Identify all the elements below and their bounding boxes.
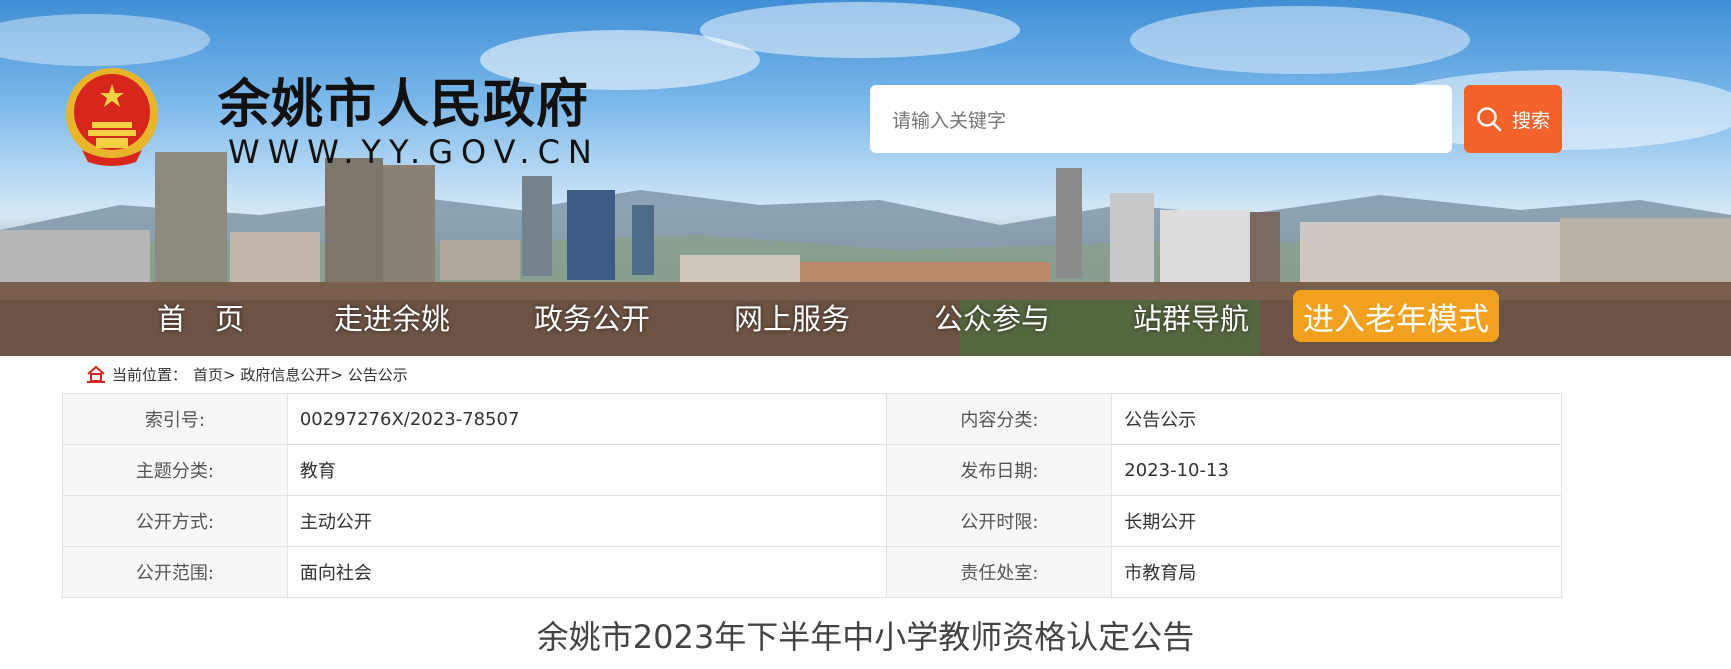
nav-item-about-yuyao[interactable]: 走进余姚: [334, 296, 450, 338]
search-button[interactable]: 搜索: [1464, 85, 1562, 153]
table-row: 主题分类: 教育 发布日期: 2023-10-13: [62, 444, 1562, 496]
table-row: 公开范围: 面向社会 责任处室: 市教育局: [62, 546, 1562, 598]
document-info-table: 索引号: 00297276X/2023-78507 内容分类: 公告公示 主题分…: [62, 393, 1562, 598]
breadcrumb: 当前位置： 首页> 政府信息公开> 公告公示: [86, 364, 408, 384]
index-number-label: 索引号:: [62, 393, 288, 445]
nav-item-home[interactable]: 首 页: [157, 296, 244, 338]
main-nav: 首 页 走进余姚 政务公开 网上服务 公众参与 站群导航 进入老年模式: [0, 290, 1731, 348]
disclosure-scope-label: 公开范围:: [62, 546, 288, 598]
disclosure-scope-value: 面向社会: [286, 546, 888, 598]
index-number-value: 00297276X/2023-78507: [286, 393, 888, 445]
search-icon: [1477, 107, 1502, 132]
national-emblem-icon: [66, 68, 158, 166]
responsible-office-value: 市教育局: [1111, 546, 1562, 598]
disclosure-method-label: 公开方式:: [62, 495, 288, 547]
article-title: 余姚市2023年下半年中小学教师资格认定公告: [536, 618, 1195, 656]
home-icon: [87, 365, 105, 383]
site-title: 余姚市人民政府: [218, 75, 590, 135]
table-row: 索引号: 00297276X/2023-78507 内容分类: 公告公示: [62, 393, 1562, 445]
nav-item-online-services[interactable]: 网上服务: [734, 296, 850, 338]
disclosure-method-value: 主动公开: [286, 495, 888, 547]
responsible-office-label: 责任处室:: [886, 546, 1113, 598]
topic-category-label: 主题分类:: [62, 444, 288, 496]
content-category-value: 公告公示: [1111, 393, 1562, 445]
breadcrumb-path[interactable]: 首页> 政府信息公开> 公告公示: [193, 364, 408, 385]
nav-item-government-affairs[interactable]: 政务公开: [534, 296, 650, 338]
topic-category-value: 教育: [286, 444, 888, 496]
search-input[interactable]: 请输入关键字: [870, 85, 1452, 153]
breadcrumb-prefix: 当前位置：: [112, 365, 188, 384]
publish-date-value: 2023-10-13: [1111, 444, 1562, 496]
elder-mode-button[interactable]: 进入老年模式: [1293, 290, 1499, 342]
disclosure-period-label: 公开时限:: [886, 495, 1113, 547]
disclosure-period-value: 长期公开: [1111, 495, 1562, 547]
content-category-label: 内容分类:: [886, 393, 1113, 445]
search-placeholder: 请输入关键字: [892, 109, 1007, 132]
table-row: 公开方式: 主动公开 公开时限: 长期公开: [62, 495, 1562, 547]
search-button-label: 搜索: [1511, 109, 1550, 132]
header-banner: 余姚市人民政府 WWW.YY.GOV.CN 请输入关键字 搜索 首 页 走进余姚…: [0, 0, 1731, 356]
nav-item-site-navigation[interactable]: 站群导航: [1133, 296, 1249, 338]
publish-date-label: 发布日期:: [886, 444, 1113, 496]
page: 余姚市人民政府 WWW.YY.GOV.CN 请输入关键字 搜索 首 页 走进余姚…: [0, 0, 1731, 669]
nav-item-public-participation[interactable]: 公众参与: [934, 296, 1050, 338]
site-url: WWW.YY.GOV.CN: [228, 133, 600, 171]
